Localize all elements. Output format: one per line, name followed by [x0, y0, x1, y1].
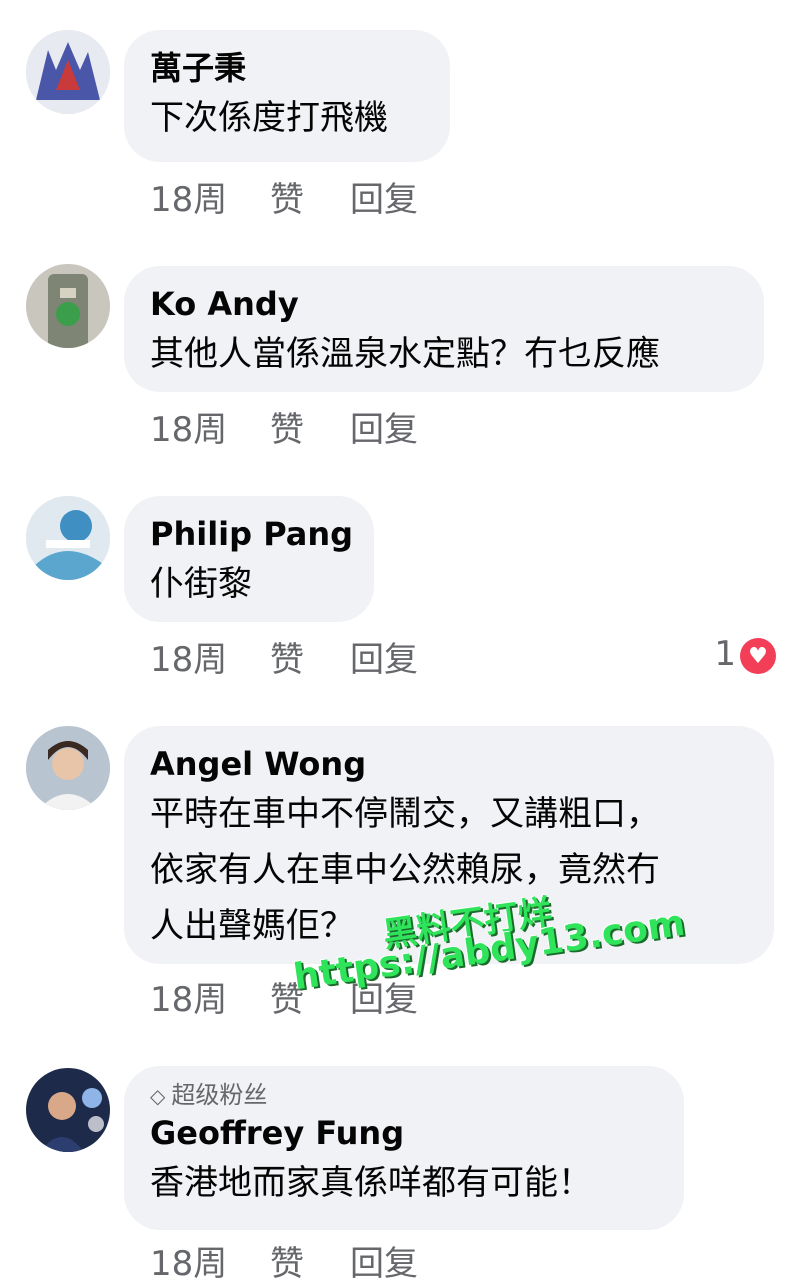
- comment-text: 仆街黎: [150, 564, 252, 604]
- comment-time[interactable]: 18周: [150, 410, 270, 450]
- comment-bubble: Philip Pang 仆街黎: [124, 496, 374, 622]
- comment-time[interactable]: 18周: [150, 180, 270, 220]
- avatar[interactable]: [26, 264, 110, 348]
- comment-text: 香港地而家真係咩都有可能！: [150, 1163, 592, 1203]
- comment-text: 其他人當係溫泉水定點？冇乜反應: [150, 334, 660, 374]
- comment-actions: 18周赞回复: [150, 640, 418, 680]
- reply-button[interactable]: 回复: [350, 180, 418, 220]
- avatar[interactable]: [26, 726, 110, 810]
- top-fan-badge: ◇ 超级粉丝: [150, 1080, 658, 1111]
- commenter-name[interactable]: Philip Pang: [150, 512, 353, 556]
- badge-label: 超级粉丝: [171, 1081, 268, 1109]
- comment-actions: 18周赞回复: [150, 180, 418, 220]
- commenter-name[interactable]: Angel Wong: [150, 742, 748, 786]
- reply-button[interactable]: 回复: [350, 640, 418, 680]
- avatar[interactable]: [26, 496, 110, 580]
- comment-time[interactable]: 18周: [150, 640, 270, 680]
- like-button[interactable]: 赞: [270, 1244, 350, 1284]
- comment-bubble: ◇ 超级粉丝 Geoffrey Fung 香港地而家真係咩都有可能！: [124, 1066, 684, 1230]
- avatar[interactable]: [26, 30, 110, 114]
- reaction-summary[interactable]: 1 ♥: [714, 634, 776, 674]
- comment-bubble: Ko Andy 其他人當係溫泉水定點？冇乜反應: [124, 266, 764, 392]
- comment-text-line: 平時在車中不停鬧交，又講粗口，: [150, 794, 660, 834]
- avatar[interactable]: [26, 1068, 110, 1152]
- like-button[interactable]: 赞: [270, 640, 350, 680]
- diamond-icon: ◇: [150, 1084, 166, 1108]
- comment-time[interactable]: 18周: [150, 980, 270, 1020]
- comment-actions: 18周赞回复: [150, 1244, 418, 1284]
- reaction-count: 1: [714, 634, 736, 674]
- comment-text-line: 依家有人在車中公然賴尿，竟然冇: [150, 850, 660, 890]
- heart-icon: ♥: [740, 637, 776, 674]
- reply-button[interactable]: 回复: [350, 410, 418, 450]
- commenter-name[interactable]: 萬子秉: [150, 46, 424, 90]
- like-button[interactable]: 赞: [270, 410, 350, 450]
- reply-button[interactable]: 回复: [350, 1244, 418, 1284]
- comment-actions: 18周赞回复: [150, 410, 418, 450]
- like-button[interactable]: 赞: [270, 180, 350, 220]
- commenter-name[interactable]: Ko Andy: [150, 282, 738, 326]
- commenter-name[interactable]: Geoffrey Fung: [150, 1111, 658, 1155]
- comment-time[interactable]: 18周: [150, 1244, 270, 1284]
- comment-bubble: 萬子秉 下次係度打飛機: [124, 30, 450, 162]
- comment-text: 下次係度打飛機: [150, 98, 388, 138]
